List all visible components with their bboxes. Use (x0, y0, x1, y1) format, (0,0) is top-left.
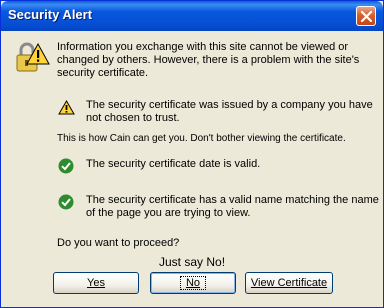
intro-line-3: security certificate. (57, 67, 149, 79)
yes-button-label: Yes (87, 277, 105, 289)
date-valid-text: The security certificate date is valid. (86, 158, 261, 170)
close-button[interactable] (356, 6, 376, 26)
warning-icon (58, 100, 75, 115)
window-title: Security Alert (8, 7, 93, 22)
check-icon (58, 194, 74, 210)
warning-issuer-line-2: not chosen to trust. (86, 112, 180, 124)
view-certificate-button[interactable]: View Certificate (245, 272, 333, 294)
title-bar[interactable]: Security Alert (1, 1, 383, 31)
check-icon (58, 158, 74, 174)
lock-icon (16, 42, 50, 72)
name-valid-line-1: The security certificate has a valid nam… (86, 194, 379, 206)
warning-issuer-line-1: The security certificate was issued by a… (86, 99, 373, 111)
intro-line-1: Information you exchange with this site … (57, 41, 349, 53)
name-valid-line-2: of the page you are trying to view. (86, 207, 251, 219)
intro-line-2: changed by others. However, there is a p… (57, 54, 360, 66)
advice-text: Just say No! (159, 255, 226, 269)
proceed-prompt: Do you want to proceed? (57, 237, 180, 249)
cain-note: This is how Cain can get you. Don't both… (57, 133, 346, 144)
no-button-label: No (179, 276, 207, 290)
security-alert-dialog: Security Alert Information you exchange … (0, 0, 384, 308)
yes-button[interactable]: Yes (53, 272, 139, 294)
view-certificate-button-label: View Certificate (250, 277, 328, 289)
close-icon (361, 11, 372, 22)
no-button[interactable]: No (150, 272, 236, 294)
